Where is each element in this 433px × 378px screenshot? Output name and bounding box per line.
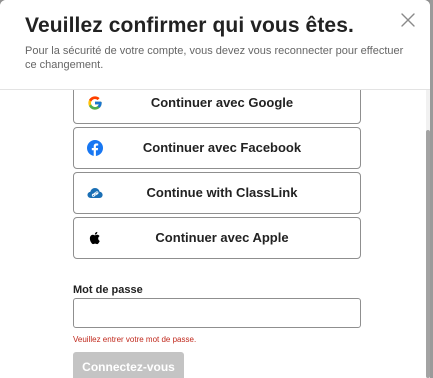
- provider-label-facebook: Continuer avec Facebook: [142, 140, 302, 155]
- dialog-header: Veuillez confirmer qui vous êtes. Pour l…: [0, 0, 430, 90]
- reauth-dialog: Veuillez confirmer qui vous êtes. Pour l…: [0, 0, 430, 378]
- password-label: Mot de passe: [73, 284, 143, 296]
- continue-with-classlink-button[interactable]: Continue with ClassLink: [73, 172, 361, 214]
- provider-label-classlink: Continue with ClassLink: [146, 185, 298, 200]
- provider-label-apple: Continuer avec Apple: [155, 230, 289, 245]
- sign-in-button[interactable]: Connectez-vous: [73, 352, 184, 378]
- close-icon: [401, 13, 415, 27]
- continue-with-google-button[interactable]: Continuer avec Google: [73, 90, 361, 124]
- password-error-message: Veuillez entrer votre mot de passe.: [73, 335, 197, 344]
- provider-label-google: Continuer avec Google: [150, 95, 294, 110]
- close-button[interactable]: [400, 12, 416, 28]
- continue-with-facebook-button[interactable]: Continuer avec Facebook: [73, 127, 361, 169]
- dialog-subtitle: Pour la sécurité de votre compte, vous d…: [25, 45, 404, 71]
- continue-with-apple-button[interactable]: Continuer avec Apple: [73, 217, 361, 259]
- password-input[interactable]: [73, 298, 361, 328]
- dialog-body: Continuer avec Google Continuer avec Fac…: [0, 90, 430, 378]
- dialog-title: Veuillez confirmer qui vous êtes.: [25, 14, 354, 37]
